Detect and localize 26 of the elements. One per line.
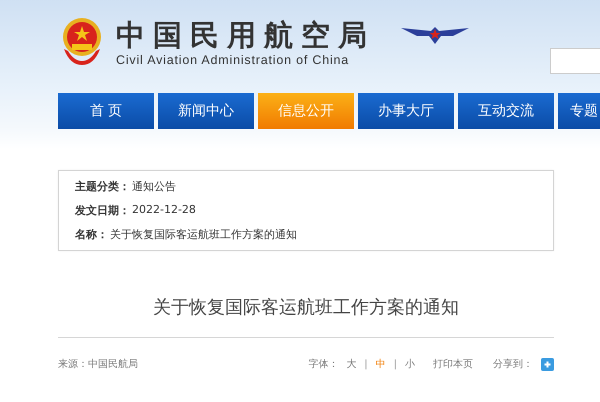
info-value: 通知公告 [132, 179, 176, 194]
site-title: 中国民用航空局 [116, 18, 375, 52]
nav-tab[interactable]: 办事大厅 [358, 93, 454, 129]
info-value: 2022-12-28 [132, 203, 196, 218]
nav-tab[interactable]: 新闻中心 [158, 93, 254, 129]
font-size-link[interactable]: 小 [405, 357, 415, 371]
wings-logo-icon [401, 25, 469, 45]
share-plus-icon[interactable] [541, 358, 554, 370]
site-subtitle: Civil Aviation Administration of China [116, 52, 350, 66]
font-size-link[interactable]: 大 [346, 357, 356, 371]
search-field[interactable] [550, 48, 600, 74]
print-link[interactable]: 打印本页 [433, 357, 473, 371]
font-size-label: 字体： [308, 358, 338, 371]
nav-tab[interactable]: 互动交流 [458, 93, 554, 129]
separator: | [394, 358, 397, 370]
info-label: 主题分类： [75, 179, 130, 194]
source-text: 来源：中国民航局 [58, 358, 138, 371]
share-label: 分享到： [493, 358, 533, 371]
emblem-icon [60, 17, 104, 67]
info-value: 关于恢复国际客运航班工作方案的通知 [110, 227, 297, 242]
nav-tab[interactable]: 专题 [558, 93, 600, 129]
nav-tab[interactable]: 首 页 [58, 93, 154, 129]
separator: | [364, 358, 368, 370]
article-title: 关于恢复国际客运航班工作方案的通知 [152, 296, 460, 319]
info-label: 发文日期： [75, 203, 130, 218]
info-label: 名称： [75, 227, 108, 242]
